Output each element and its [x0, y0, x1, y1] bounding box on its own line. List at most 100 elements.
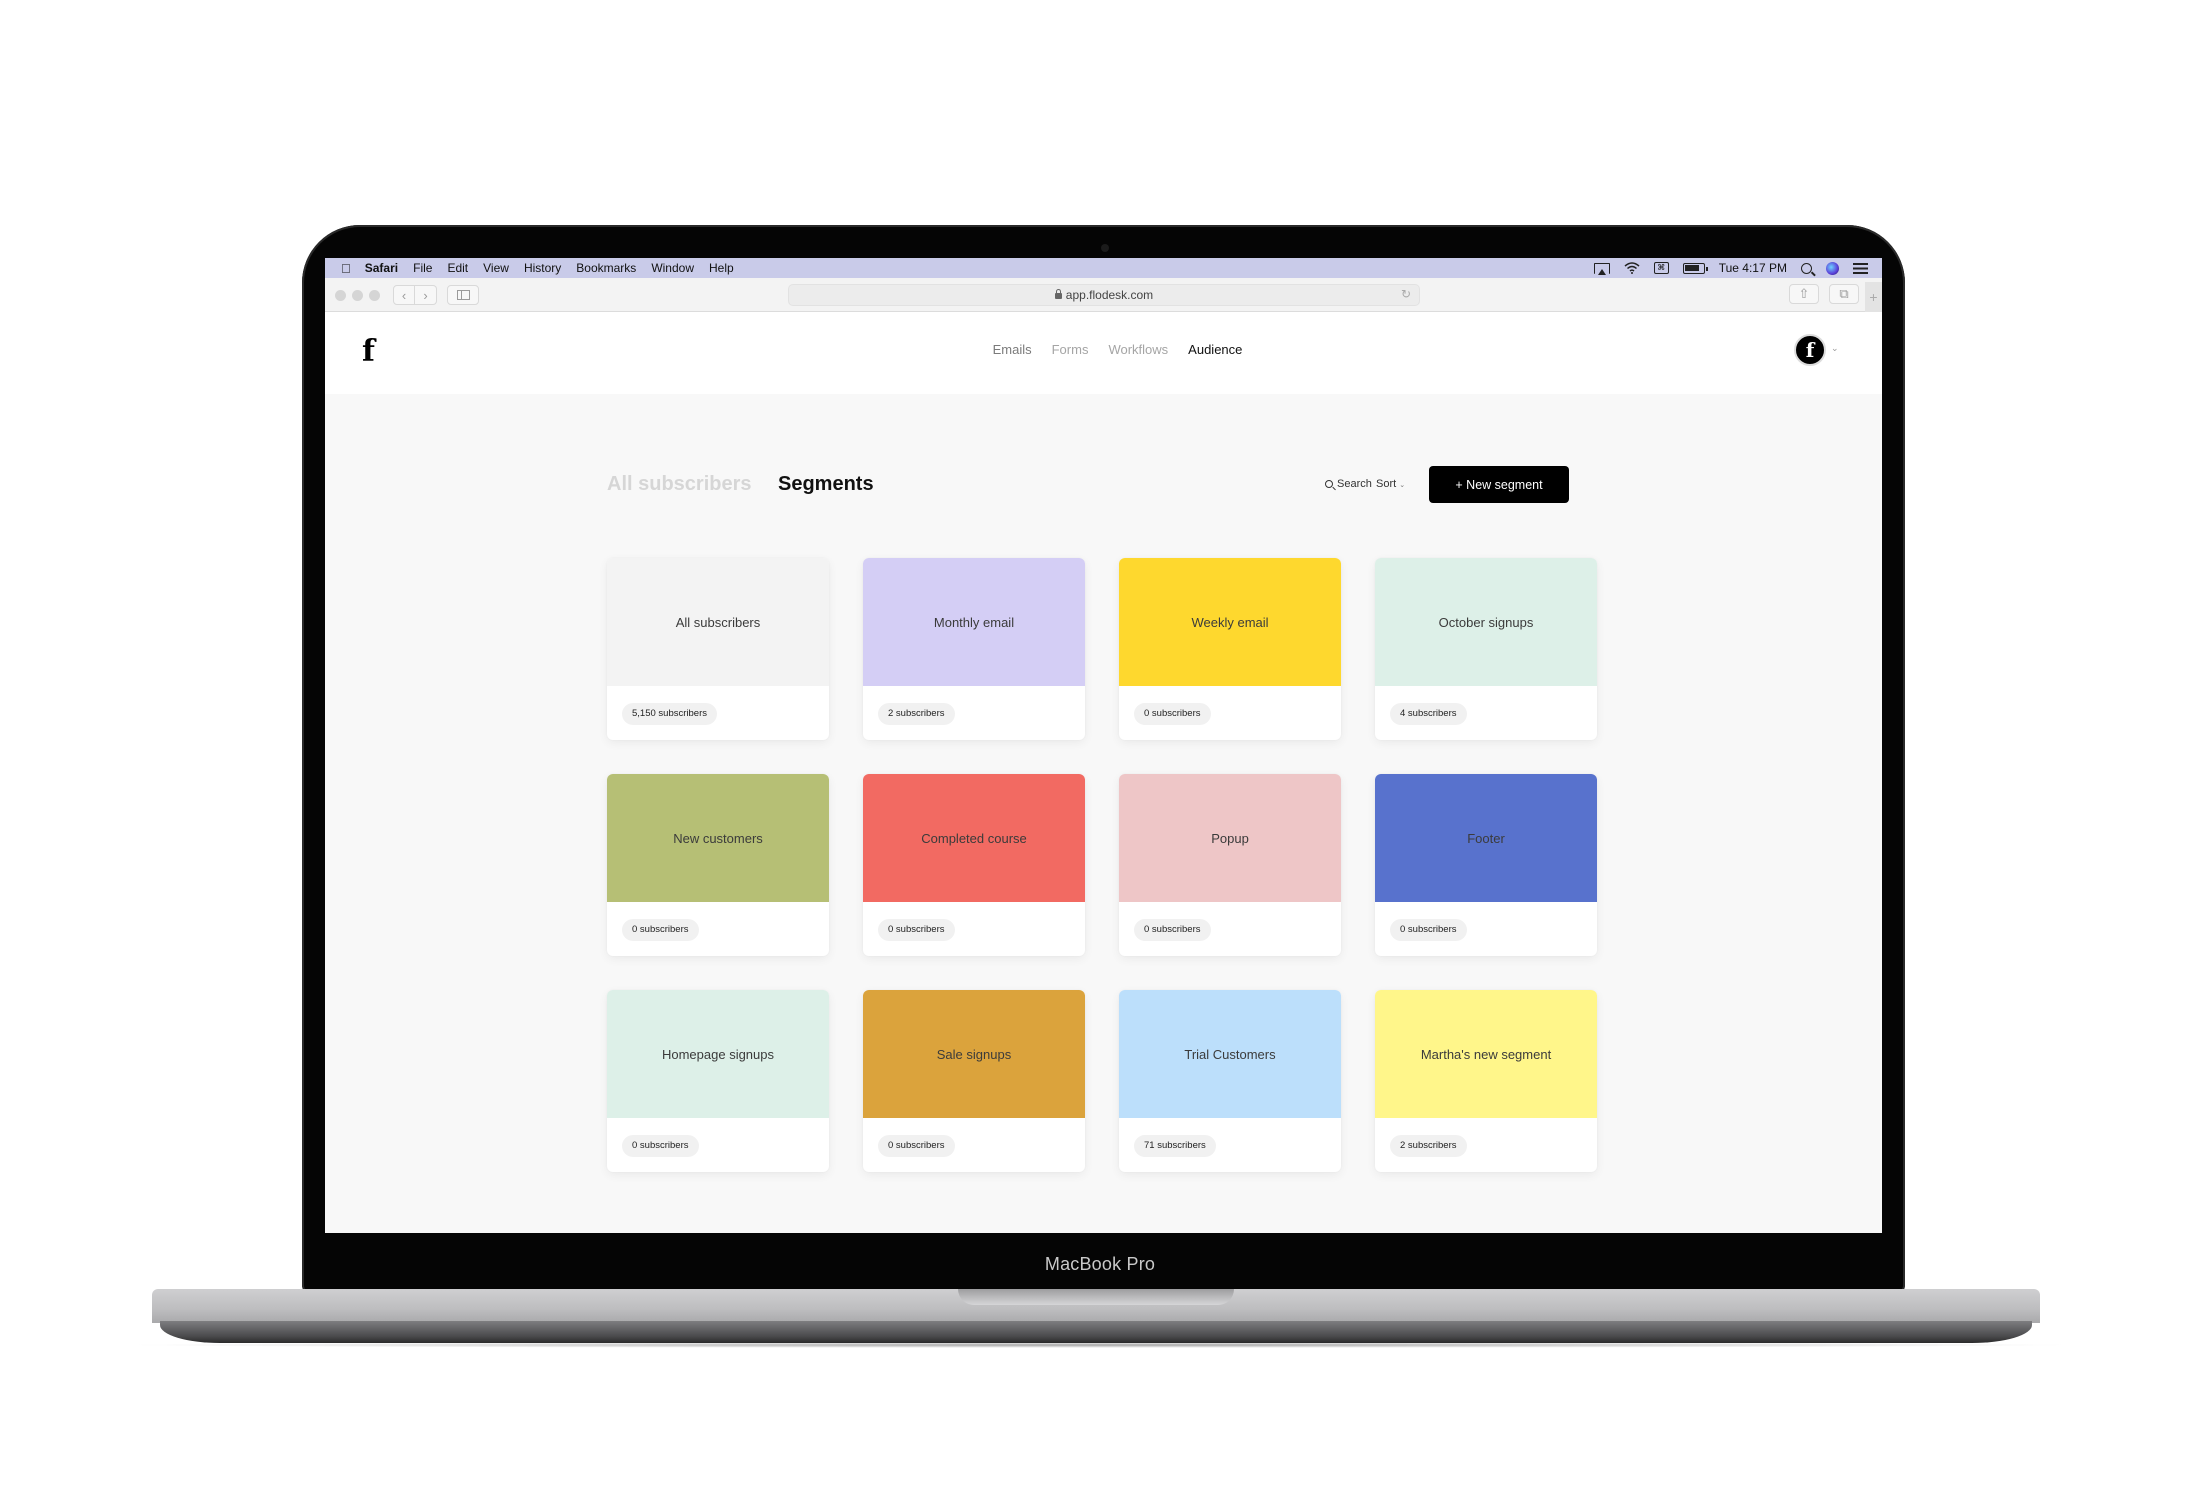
nav-workflows[interactable]: Workflows: [1108, 342, 1168, 357]
plus-icon: +: [1869, 289, 1878, 305]
segment-card[interactable]: Martha's new segment 2 subscribers: [1375, 990, 1597, 1172]
apple-icon[interactable]: : [341, 261, 351, 276]
nav-forms[interactable]: Forms: [1052, 342, 1089, 357]
siri-icon[interactable]: [1826, 261, 1839, 275]
search-icon: [1325, 480, 1333, 488]
main-nav: Emails Forms Workflows Audience: [325, 342, 1882, 357]
new-tab-button[interactable]: +: [1865, 282, 1882, 312]
share-icon: ⇧: [1798, 286, 1810, 301]
device-label: MacBook Pro: [1044, 1254, 1156, 1274]
menu-app-name[interactable]: Safari: [365, 261, 398, 275]
segment-card[interactable]: All subscribers 5,150 subscribers: [607, 558, 829, 740]
tab-segments[interactable]: Segments: [778, 473, 874, 496]
segment-card[interactable]: Monthly email 2 subscribers: [863, 558, 1085, 740]
menu-history[interactable]: History: [524, 261, 561, 275]
segment-card-footer: 71 subscribers: [1119, 1118, 1341, 1172]
screen:  Safari File Edit View History Bookmark…: [325, 258, 1882, 1233]
history-nav: ‹ ›: [393, 285, 437, 305]
subscriber-count-badge: 0 subscribers: [622, 919, 699, 941]
segment-card[interactable]: October signups 4 subscribers: [1375, 558, 1597, 740]
airplay-icon[interactable]: [1593, 262, 1610, 275]
segment-card[interactable]: Homepage signups 0 subscribers: [607, 990, 829, 1172]
minimize-window-button[interactable]: [352, 290, 363, 301]
menu-bookmarks[interactable]: Bookmarks: [576, 261, 636, 275]
zoom-window-button[interactable]: [369, 290, 380, 301]
segment-card-footer: 0 subscribers: [863, 902, 1085, 956]
segment-name: October signups: [1438, 614, 1534, 630]
sort-label: Sort: [1376, 478, 1397, 490]
segment-card-footer: 0 subscribers: [863, 1118, 1085, 1172]
segment-name: New customers: [673, 830, 763, 846]
search-label: Search: [1337, 478, 1372, 490]
segment-name: Weekly email: [1191, 614, 1269, 630]
clock[interactable]: Tue 4:17 PM: [1719, 261, 1787, 275]
battery-icon[interactable]: [1682, 262, 1708, 274]
page-header: All subscribers Segments Search Sort ⌄ + …: [607, 466, 1607, 503]
segment-card-cover: Monthly email: [863, 558, 1085, 686]
new-segment-button[interactable]: + New segment: [1429, 466, 1569, 503]
nav-audience[interactable]: Audience: [1188, 342, 1242, 357]
segment-card[interactable]: Popup 0 subscribers: [1119, 774, 1341, 956]
camera: [1101, 244, 1109, 252]
segment-card[interactable]: Completed course 0 subscribers: [863, 774, 1085, 956]
segment-card-footer: 4 subscribers: [1375, 686, 1597, 740]
chevron-right-icon: ›: [423, 287, 428, 303]
nav-emails[interactable]: Emails: [993, 342, 1032, 357]
menu-view[interactable]: View: [483, 261, 509, 275]
share-button[interactable]: ⇧: [1789, 284, 1819, 304]
forward-button[interactable]: ›: [415, 285, 437, 305]
segment-name: Popup: [1211, 830, 1249, 846]
sidebar-toggle-button[interactable]: [447, 285, 479, 305]
menu-bar:  Safari File Edit View History Bookmark…: [325, 258, 1882, 278]
segment-card-cover: Popup: [1119, 774, 1341, 902]
back-button[interactable]: ‹: [393, 285, 415, 305]
spotlight-search-icon[interactable]: [1801, 262, 1812, 274]
segment-card[interactable]: Weekly email 0 subscribers: [1119, 558, 1341, 740]
menu-window[interactable]: Window: [651, 261, 694, 275]
search-button[interactable]: Search: [1325, 478, 1372, 490]
segment-card[interactable]: Trial Customers 71 subscribers: [1119, 990, 1341, 1172]
segment-card-cover: Trial Customers: [1119, 990, 1341, 1118]
segment-name: Completed course: [921, 830, 1027, 846]
laptop-shadow: [120, 1342, 2080, 1348]
address-bar[interactable]: app.flodesk.com ↻: [788, 284, 1420, 306]
segment-card[interactable]: Footer 0 subscribers: [1375, 774, 1597, 956]
subscriber-count-badge: 0 subscribers: [1134, 703, 1211, 725]
subscriber-count-badge: 0 subscribers: [622, 1135, 699, 1157]
tab-all-subscribers[interactable]: All subscribers: [607, 473, 752, 496]
close-window-button[interactable]: [335, 290, 346, 301]
segment-card-cover: Completed course: [863, 774, 1085, 902]
notification-center-icon[interactable]: [1853, 262, 1868, 274]
subscriber-count-badge: 0 subscribers: [1134, 919, 1211, 941]
segment-card-footer: 0 subscribers: [1119, 902, 1341, 956]
segment-card-footer: 0 subscribers: [607, 902, 829, 956]
segment-card[interactable]: New customers 0 subscribers: [607, 774, 829, 956]
command-key-icon[interactable]: ⌘: [1653, 262, 1669, 274]
segment-card-footer: 2 subscribers: [1375, 1118, 1597, 1172]
url-text: app.flodesk.com: [1065, 288, 1154, 302]
menu-help[interactable]: Help: [709, 261, 734, 275]
show-tabs-button[interactable]: ⧉: [1829, 284, 1859, 304]
subscriber-count-badge: 5,150 subscribers: [622, 703, 717, 725]
segment-name: Footer: [1467, 830, 1505, 846]
account-avatar[interactable]: f: [1794, 334, 1826, 366]
segment-card-cover: Footer: [1375, 774, 1597, 902]
segment-card-cover: All subscribers: [607, 558, 829, 686]
window-controls: [335, 290, 380, 301]
menu-file[interactable]: File: [413, 261, 432, 275]
laptop-base-edge: [160, 1321, 2032, 1343]
subscriber-count-badge: 0 subscribers: [878, 1135, 955, 1157]
reload-icon[interactable]: ↻: [1401, 287, 1411, 301]
chevron-down-icon: ⌄: [1399, 482, 1406, 489]
sort-dropdown[interactable]: Sort ⌄: [1376, 478, 1405, 490]
app-header: f Emails Forms Workflows Audience f ⌄: [325, 312, 1882, 394]
browser-toolbar: ‹ › app.flodesk.com ↻ ⇧ ⧉ +: [325, 278, 1882, 312]
segment-card-cover: Weekly email: [1119, 558, 1341, 686]
tabs-icon: ⧉: [1839, 286, 1849, 301]
segment-card-footer: 0 subscribers: [1119, 686, 1341, 740]
chevron-down-icon[interactable]: ⌄: [1831, 343, 1839, 354]
segment-card[interactable]: Sale signups 0 subscribers: [863, 990, 1085, 1172]
segment-grid: All subscribers 5,150 subscribers Monthl…: [607, 558, 1597, 1172]
wifi-icon[interactable]: [1624, 262, 1640, 274]
menu-edit[interactable]: Edit: [447, 261, 468, 275]
